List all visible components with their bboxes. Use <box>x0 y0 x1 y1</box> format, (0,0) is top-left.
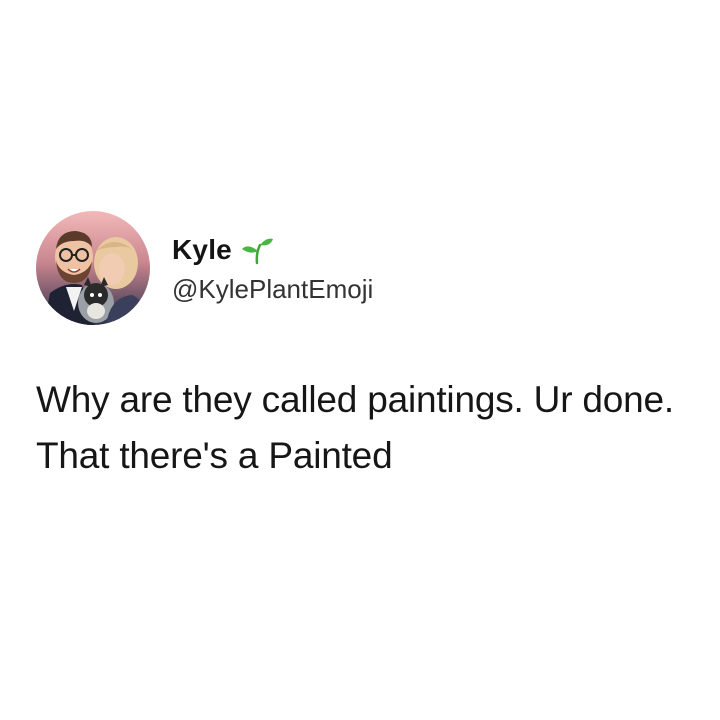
tweet-header: Kyle @KylePlantEmoji <box>36 210 696 326</box>
display-name-row: Kyle <box>172 232 373 268</box>
user-handle[interactable]: @KylePlantEmoji <box>172 274 373 305</box>
display-name[interactable]: Kyle <box>172 234 232 266</box>
seedling-icon <box>240 235 274 265</box>
avatar-illustration <box>36 211 150 325</box>
avatar[interactable] <box>36 211 150 325</box>
tweet-text: Why are they called paintings. Ur done. … <box>36 379 674 476</box>
tweet-card: Kyle @KylePlantEmoji Why are they called… <box>36 210 696 484</box>
author-block: Kyle @KylePlantEmoji <box>172 232 373 305</box>
